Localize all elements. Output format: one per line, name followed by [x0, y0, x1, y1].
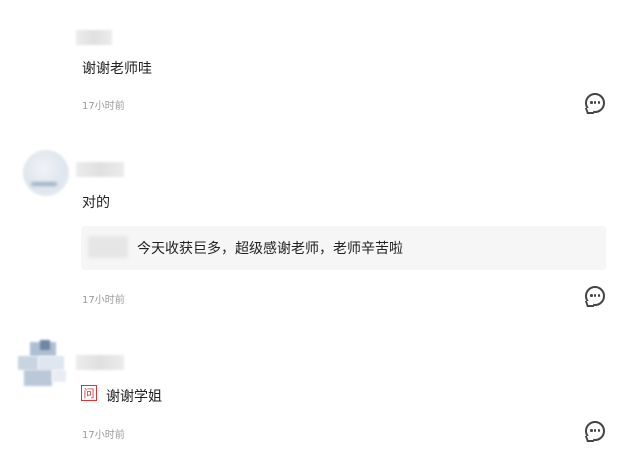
avatar[interactable]: [23, 150, 69, 196]
quoted-username-blurred: [88, 236, 128, 258]
question-tag: 问: [81, 385, 97, 401]
comment-time: 17小时前: [82, 430, 125, 441]
comment-text: 谢谢学姐: [106, 389, 162, 405]
username-blurred: [76, 355, 124, 370]
comment-text: 对的: [82, 195, 110, 211]
comment-icon[interactable]: [585, 421, 605, 441]
quoted-text: 今天收获巨多，超级感谢老师，老师辛苦啦: [137, 241, 403, 257]
username-blurred: [76, 30, 112, 45]
comment-time: 17小时前: [82, 295, 125, 306]
username-blurred: [76, 162, 124, 177]
avatar[interactable]: [18, 340, 70, 392]
comment-text: 谢谢老师哇: [82, 61, 152, 77]
comment-icon[interactable]: [585, 286, 605, 306]
comment-icon[interactable]: [585, 93, 605, 113]
comment-time: 17小时前: [82, 101, 125, 112]
